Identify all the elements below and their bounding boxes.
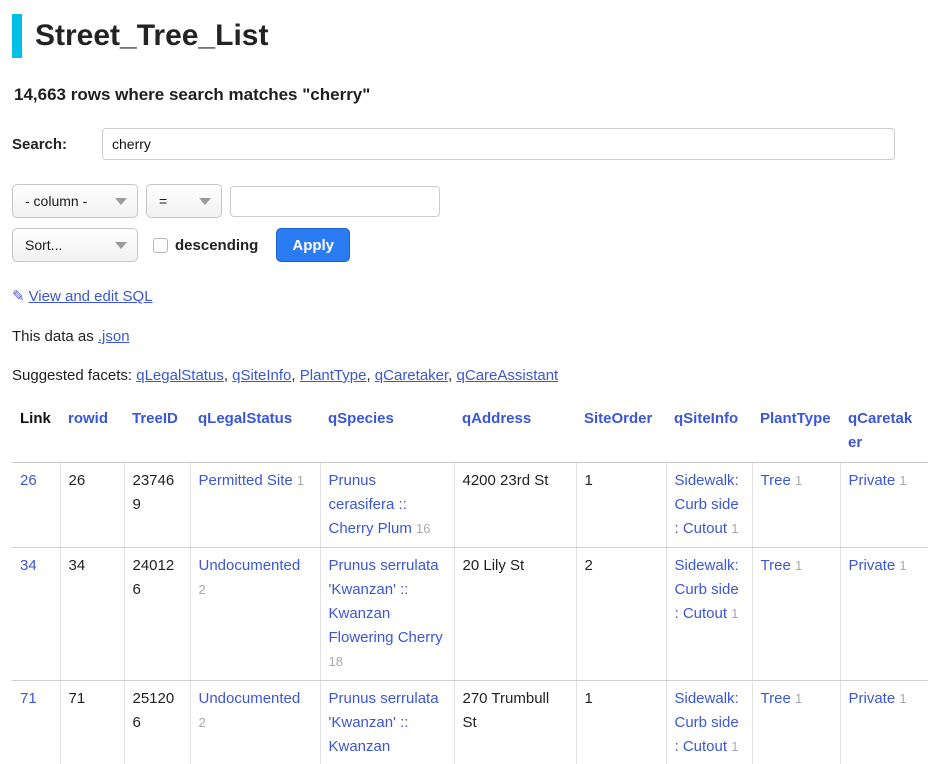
cell-siteorder: 2 (576, 548, 666, 681)
filter-operator-select[interactable]: = (146, 184, 222, 218)
table-row: 34 34 240126 Undocumented 2 Prunus serru… (12, 548, 928, 681)
facet-count: 1 (899, 558, 906, 573)
cell-siteorder: 1 (576, 463, 666, 548)
filter-column-selected-value: - column - (25, 193, 105, 209)
cell-siteorder: 1 (576, 681, 666, 764)
descending-label: descending (175, 237, 258, 254)
cell-planttype-link[interactable]: Tree (761, 472, 791, 489)
apply-button[interactable]: Apply (276, 228, 350, 262)
column-header-planttype[interactable]: PlantType (760, 410, 831, 427)
table-header-row: Link rowid TreeID qLegalStatus qSpecies … (12, 401, 928, 463)
sort-selected-value: Sort... (25, 237, 105, 253)
cell-qcaretaker-link[interactable]: Private (849, 472, 896, 489)
facet-separator: , (448, 367, 456, 384)
column-header-qaddress[interactable]: qAddress (462, 410, 531, 427)
cell-treeid: 240126 (124, 548, 190, 681)
sort-row: Sort... descending Apply (12, 228, 928, 262)
cell-qspecies-link[interactable]: Prunus serrulata 'Kwanzan' :: Kwanzan Fl… (329, 690, 443, 764)
filter-row: - column - = (12, 184, 928, 218)
pencil-icon: ✎ (12, 288, 25, 305)
cell-qsiteinfo-link[interactable]: Sidewalk: Curb side : Cutout (675, 690, 739, 755)
cell-treeid: 251206 (124, 681, 190, 764)
search-label: Search: (12, 136, 102, 153)
facets-prefix: Suggested facets: (12, 367, 136, 384)
cell-qlegalstatus-link[interactable]: Permitted Site (199, 472, 293, 489)
sql-row: ✎View and edit SQL (12, 287, 928, 305)
facet-link-qcaretaker[interactable]: qCaretaker (375, 367, 448, 384)
filter-value-input[interactable] (230, 186, 440, 217)
cell-rowid: 71 (60, 681, 124, 764)
facet-count: 2 (199, 582, 206, 597)
row-link[interactable]: 71 (20, 690, 37, 707)
facet-count: 2 (199, 715, 206, 730)
page-header: Street_Tree_List (12, 14, 928, 58)
table-row: 71 71 251206 Undocumented 2 Prunus serru… (12, 681, 928, 764)
chevron-down-icon (115, 242, 127, 249)
facet-count: 1 (731, 606, 738, 621)
sort-select[interactable]: Sort... (12, 228, 138, 262)
facet-count: 1 (731, 521, 738, 536)
cell-qaddress: 270 Trumbull St (454, 681, 576, 764)
column-header-treeid[interactable]: TreeID (132, 410, 178, 427)
facet-link-qlegalstatus[interactable]: qLegalStatus (136, 367, 224, 384)
row-link[interactable]: 34 (20, 557, 37, 574)
cell-rowid: 34 (60, 548, 124, 681)
facet-count: 1 (297, 473, 304, 488)
cell-planttype-link[interactable]: Tree (761, 690, 791, 707)
column-header-qsiteinfo[interactable]: qSiteInfo (674, 410, 738, 427)
data-as-prefix: This data as (12, 328, 98, 345)
suggested-facets-row: Suggested facets: qLegalStatus, qSiteInf… (12, 367, 928, 384)
column-header-qcaretaker[interactable]: qCaretaker (848, 410, 912, 451)
cell-rowid: 26 (60, 463, 124, 548)
facet-link-planttype[interactable]: PlantType (300, 367, 367, 384)
cell-planttype-link[interactable]: Tree (761, 557, 791, 574)
chevron-down-icon (199, 198, 211, 205)
facet-count: 1 (795, 473, 802, 488)
page: Street_Tree_List 14,663 rows where searc… (0, 0, 940, 764)
results-table: Link rowid TreeID qLegalStatus qSpecies … (12, 401, 928, 764)
search-input[interactable] (102, 128, 895, 160)
search-row: Search: (12, 128, 928, 160)
facet-separator: , (366, 367, 374, 384)
view-edit-sql-link[interactable]: View and edit SQL (29, 288, 153, 305)
column-header-qlegalstatus[interactable]: qLegalStatus (198, 410, 292, 427)
filter-column-select[interactable]: - column - (12, 184, 138, 218)
facet-count: 1 (795, 691, 802, 706)
facet-link-qsiteinfo[interactable]: qSiteInfo (232, 367, 291, 384)
facet-count: 1 (795, 558, 802, 573)
cell-qcaretaker-link[interactable]: Private (849, 690, 896, 707)
facet-separator: , (224, 367, 232, 384)
facet-count: 1 (899, 473, 906, 488)
column-header-siteorder[interactable]: SiteOrder (584, 410, 652, 427)
cell-qspecies-link[interactable]: Prunus cerasifera :: Cherry Plum (329, 472, 412, 537)
cell-qcaretaker-link[interactable]: Private (849, 557, 896, 574)
table-row: 26 26 237469 Permitted Site 1 Prunus cer… (12, 463, 928, 548)
facet-count: 16 (416, 521, 430, 536)
facet-count: 1 (731, 739, 738, 754)
facet-separator: , (291, 367, 299, 384)
cell-qlegalstatus-link[interactable]: Undocumented (199, 557, 301, 574)
row-count-summary: 14,663 rows where search matches "cherry… (14, 85, 928, 105)
facet-count: 1 (899, 691, 906, 706)
page-title: Street_Tree_List (35, 19, 928, 53)
chevron-down-icon (115, 198, 127, 205)
column-header-rowid[interactable]: rowid (68, 410, 108, 427)
column-header-qspecies[interactable]: qSpecies (328, 410, 394, 427)
cell-qsiteinfo-link[interactable]: Sidewalk: Curb side : Cutout (675, 472, 739, 537)
cell-qsiteinfo-link[interactable]: Sidewalk: Curb side : Cutout (675, 557, 739, 622)
json-link[interactable]: .json (98, 328, 130, 345)
facet-count: 18 (329, 654, 343, 669)
row-link[interactable]: 26 (20, 472, 37, 489)
cell-treeid: 237469 (124, 463, 190, 548)
cell-qspecies-link[interactable]: Prunus serrulata 'Kwanzan' :: Kwanzan Fl… (329, 557, 443, 646)
cell-qaddress: 4200 23rd St (454, 463, 576, 548)
column-header-link: Link (12, 401, 60, 463)
facet-link-qcareassistant[interactable]: qCareAssistant (457, 367, 559, 384)
data-as-row: This data as .json (12, 328, 928, 345)
cell-qaddress: 20 Lily St (454, 548, 576, 681)
cell-qlegalstatus-link[interactable]: Undocumented (199, 690, 301, 707)
filter-operator-selected-value: = (159, 193, 189, 209)
descending-checkbox[interactable] (153, 238, 168, 253)
